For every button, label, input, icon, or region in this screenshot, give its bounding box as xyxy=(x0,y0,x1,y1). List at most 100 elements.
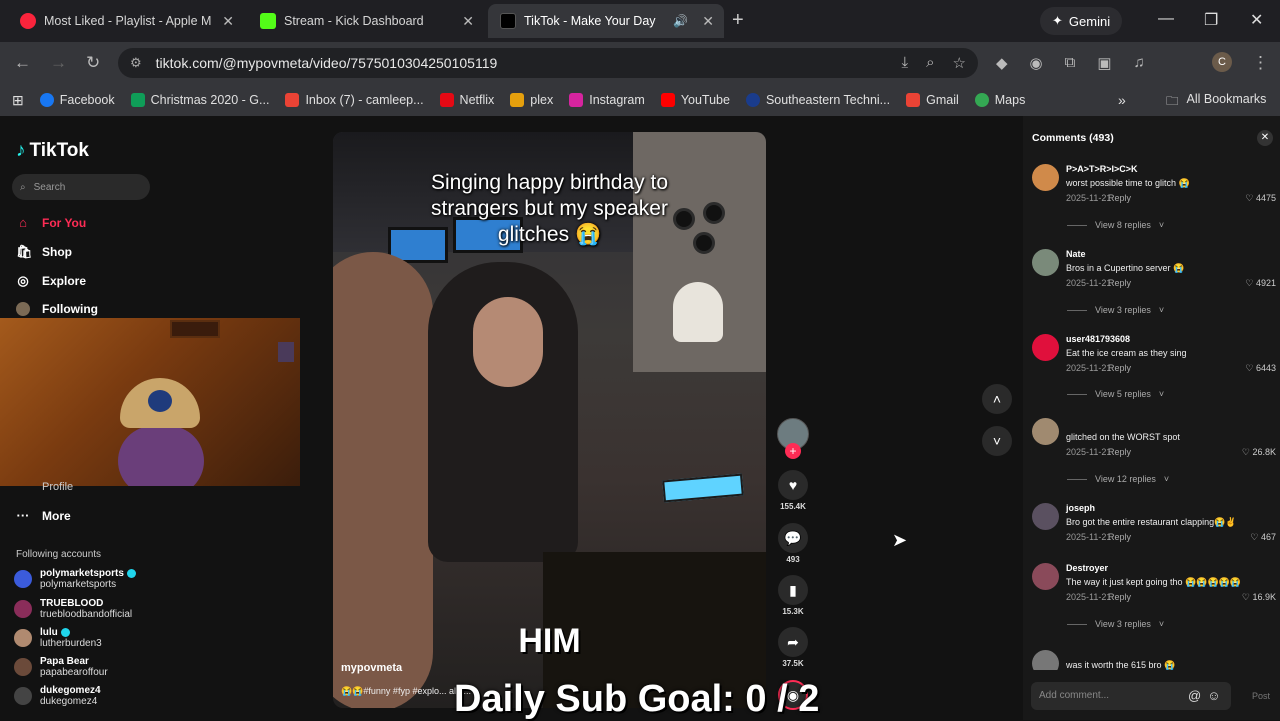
save-button[interactable]: ▮ 15.3K xyxy=(776,575,810,616)
reply-button[interactable]: Reply xyxy=(1108,447,1131,457)
nav-for-you[interactable]: ⌂ For You xyxy=(16,215,86,230)
bookmark-plex[interactable]: plex xyxy=(510,93,553,107)
avatar[interactable] xyxy=(1032,650,1059,670)
follow-plus-icon[interactable]: + xyxy=(785,443,801,459)
vpn-icon[interactable]: ◉ xyxy=(1030,54,1043,72)
video-author[interactable]: mypovmeta xyxy=(341,662,402,674)
nav-more[interactable]: ··· More xyxy=(16,508,71,523)
view-replies-button[interactable]: View 8 replies ˅ xyxy=(1067,220,1164,230)
video-player[interactable]: Singing happy birthday to strangers but … xyxy=(333,132,766,708)
more-bookmarks-icon[interactable]: » xyxy=(1118,92,1126,108)
bookmark-netflix[interactable]: Netflix xyxy=(439,93,494,107)
view-replies-button[interactable]: View 3 replies ˅ xyxy=(1067,619,1164,629)
avatar[interactable] xyxy=(1032,249,1059,276)
account-lulu[interactable]: lulu lutherburden3 xyxy=(14,627,102,649)
tab-apple-music[interactable]: Most Liked - Playlist - Apple M ✕ xyxy=(8,4,244,38)
view-replies-button[interactable]: View 3 replies ˅ xyxy=(1067,305,1164,315)
avatar[interactable] xyxy=(1032,334,1059,361)
profile-avatar[interactable]: C xyxy=(1212,52,1232,72)
all-bookmarks[interactable]: 🗀 All Bookmarks xyxy=(1166,92,1266,113)
comment-like[interactable]: ♡ 16.9K xyxy=(1242,592,1276,603)
comment-user[interactable]: Destroyer xyxy=(1066,563,1108,573)
minimize-button[interactable]: — xyxy=(1158,10,1174,28)
account-dukegomez4[interactable]: dukegomez4 dukegomez4 xyxy=(14,685,101,707)
account-trueblood[interactable]: TRUEBLOOD truebloodbandofficial xyxy=(14,598,132,620)
close-icon[interactable]: ✕ xyxy=(222,13,234,30)
tab-title: TikTok - Make Your Day xyxy=(524,14,656,28)
previous-video-button[interactable]: ˄ xyxy=(982,384,1012,414)
account-papa-bear[interactable]: Papa Bear papabearoffour xyxy=(14,656,108,678)
emoji-icon[interactable]: ☺ xyxy=(1207,688,1220,703)
new-tab-button[interactable]: + xyxy=(732,9,744,32)
bookmark-facebook[interactable]: Facebook xyxy=(39,93,115,107)
close-comments-button[interactable]: ✕ xyxy=(1257,130,1273,146)
bookmark-maps[interactable]: Maps xyxy=(974,93,1025,107)
reply-button[interactable]: Reply xyxy=(1108,532,1131,542)
next-video-button[interactable]: ˅ xyxy=(982,426,1012,456)
comment-like[interactable]: ♡ 467 xyxy=(1250,532,1276,543)
apps-icon[interactable]: ⊞ xyxy=(12,92,24,109)
like-button[interactable]: ♥ 155.4K xyxy=(776,470,810,511)
comment-user[interactable]: P>A>T>R>I>C>K xyxy=(1066,164,1138,174)
bookmark-gmail[interactable]: Gmail xyxy=(906,93,959,107)
comment-like[interactable]: ♡ 6443 xyxy=(1245,363,1276,374)
bookmark-christmas[interactable]: Christmas 2020 - G... xyxy=(130,93,269,107)
extension-icon[interactable]: ◆ xyxy=(996,54,1008,72)
forward-button[interactable]: → xyxy=(50,53,67,73)
nav-explore[interactable]: ◎ Explore xyxy=(16,273,86,289)
close-window-button[interactable]: ✕ xyxy=(1250,10,1263,30)
post-button[interactable]: Post xyxy=(1252,691,1270,701)
webcam-overlay xyxy=(0,318,300,486)
nav-profile[interactable]: Profile xyxy=(42,481,73,493)
reload-button[interactable]: ↻ xyxy=(86,53,100,73)
back-button[interactable]: ← xyxy=(14,53,31,73)
nav-following[interactable]: Following xyxy=(16,302,98,316)
creator-avatar-button[interactable]: + xyxy=(776,418,810,459)
url-bar[interactable]: ⚙ tiktok.com/@mypovmeta/video/7575010304… xyxy=(118,48,978,78)
avatar[interactable] xyxy=(1032,164,1059,191)
comment-button[interactable]: 💬 493 xyxy=(776,523,810,564)
tab-search-icon[interactable]: ▣ xyxy=(1097,54,1111,72)
search-input[interactable]: ⌕ Search xyxy=(12,174,150,200)
bookmark-inbox[interactable]: Inbox (7) - camleep... xyxy=(285,93,424,107)
reply-button[interactable]: Reply xyxy=(1108,592,1131,602)
tab-tiktok[interactable]: TikTok - Make Your Day 🔊 ✕ xyxy=(488,4,724,38)
comment-user[interactable]: joseph xyxy=(1066,503,1095,513)
following-accounts-title: Following accounts xyxy=(16,549,102,560)
reply-button[interactable]: Reply xyxy=(1108,278,1131,288)
mention-icon[interactable]: @ xyxy=(1188,688,1201,703)
nav-shop[interactable]: 🛍 Shop xyxy=(16,244,72,260)
tab-kick[interactable]: Stream - Kick Dashboard ✕ xyxy=(248,4,484,38)
account-polymarketsports[interactable]: polymarketsports polymarketsports xyxy=(14,568,136,590)
install-icon[interactable]: ⤓ xyxy=(902,54,909,72)
restore-button[interactable]: ❐ xyxy=(1204,10,1218,30)
bookmark-youtube[interactable]: YouTube xyxy=(660,93,730,107)
comment-date: 2025-11-21 xyxy=(1066,363,1112,373)
gemini-button[interactable]: ✦ Gemini xyxy=(1040,7,1123,35)
avatar[interactable] xyxy=(1032,563,1059,590)
comment-like[interactable]: ♡ 26.8K xyxy=(1242,447,1276,458)
share-button[interactable]: ➦ 37.5K xyxy=(776,627,810,668)
menu-icon[interactable]: ⋮ xyxy=(1252,53,1269,73)
view-replies-button[interactable]: View 12 replies ˅ xyxy=(1067,474,1169,484)
speaker-icon[interactable]: 🔊 xyxy=(673,14,688,28)
avatar[interactable] xyxy=(1032,418,1059,445)
reply-button[interactable]: Reply xyxy=(1108,193,1131,203)
avatar[interactable] xyxy=(1032,503,1059,530)
close-icon[interactable]: ✕ xyxy=(702,13,714,30)
view-replies-button[interactable]: View 5 replies ˅ xyxy=(1067,389,1164,399)
site-info-icon[interactable]: ⚙ xyxy=(130,55,142,71)
media-icon[interactable]: ♫ xyxy=(1134,54,1145,72)
zoom-icon[interactable]: ⌕ xyxy=(926,54,934,72)
close-icon[interactable]: ✕ xyxy=(462,13,474,30)
bookmark-instagram[interactable]: Instagram xyxy=(569,93,645,107)
comment-user[interactable]: user481793608 xyxy=(1066,334,1130,344)
reply-button[interactable]: Reply xyxy=(1108,363,1131,373)
puzzle-icon[interactable]: ⧉ xyxy=(1065,54,1076,72)
star-icon[interactable]: ☆ xyxy=(953,54,966,72)
bookmark-southeastern[interactable]: Southeastern Techni... xyxy=(745,93,890,107)
comment-user[interactable]: Nate xyxy=(1066,249,1086,259)
comment-like[interactable]: ♡ 4921 xyxy=(1245,278,1276,289)
tiktok-logo[interactable]: ♪ TikTok xyxy=(16,140,89,162)
comment-like[interactable]: ♡ 4475 xyxy=(1245,193,1276,204)
